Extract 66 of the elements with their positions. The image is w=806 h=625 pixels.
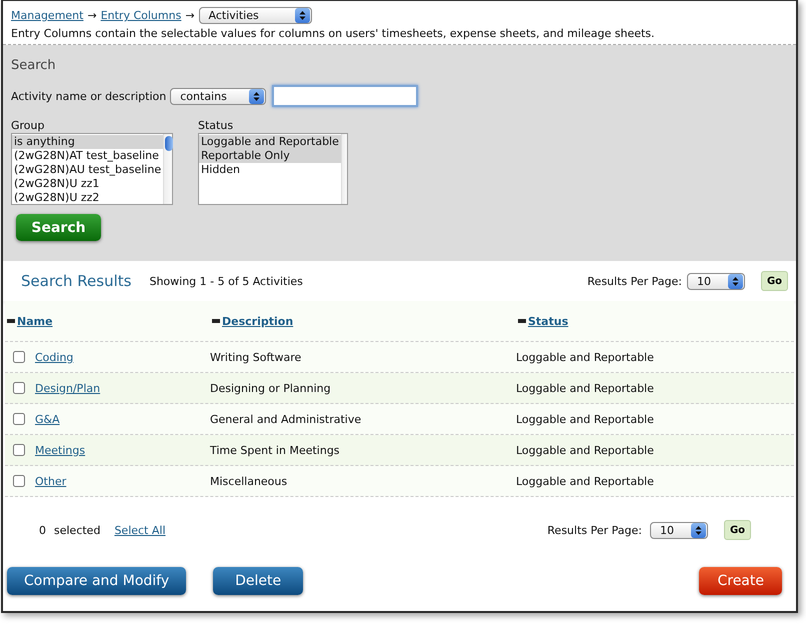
row-checkbox[interactable] bbox=[13, 413, 25, 425]
scrollbar[interactable] bbox=[163, 134, 172, 204]
breadcrumb-separator: → bbox=[87, 9, 97, 22]
row-checkbox[interactable] bbox=[13, 475, 25, 487]
table-cell: Designing or Planning bbox=[210, 382, 331, 394]
action-button[interactable]: Create bbox=[699, 567, 782, 595]
column-header[interactable]: Status bbox=[528, 314, 568, 328]
spinner-icon bbox=[728, 274, 743, 288]
list-option[interactable]: is anything bbox=[12, 135, 164, 149]
selected-count: 0 bbox=[39, 524, 46, 536]
breadcrumb-link[interactable]: Management bbox=[11, 9, 84, 22]
search-button[interactable]: Search bbox=[16, 214, 101, 241]
action-button[interactable]: Delete bbox=[213, 567, 304, 595]
row-checkbox[interactable] bbox=[13, 444, 25, 456]
per-page-select[interactable]: 10 bbox=[650, 522, 708, 538]
list-option[interactable]: Reportable Only bbox=[199, 149, 341, 163]
list-label: Group bbox=[11, 119, 46, 132]
table-cell: Time Spent in Meetings bbox=[210, 444, 340, 456]
activity-link[interactable]: Design/Plan bbox=[35, 382, 100, 394]
spinner-icon bbox=[249, 88, 264, 104]
go-button[interactable]: Go bbox=[724, 520, 751, 540]
list-option[interactable]: (2wG28N)U zz2 bbox=[12, 191, 164, 205]
go-button[interactable]: Go bbox=[761, 271, 788, 291]
table-cell: Loggable and Reportable bbox=[516, 412, 654, 426]
list-box[interactable]: Loggable and Reportable Reportable Only Hidden bbox=[198, 133, 348, 205]
page-description: Entry Columns contain the selectable values for columns on users' timesheets, expense sheets, and mileage sheets. bbox=[11, 27, 656, 40]
table-cell: Writing Software bbox=[210, 350, 302, 364]
list-option[interactable]: Hidden bbox=[199, 163, 341, 177]
scrollbar[interactable] bbox=[340, 134, 347, 204]
table-cell: Loggable and Reportable bbox=[516, 350, 654, 364]
activity-link[interactable]: Other bbox=[35, 474, 66, 488]
search-heading: Search bbox=[11, 58, 57, 73]
results-summary: Showing 1 - 5 of 5 Activities bbox=[149, 274, 303, 288]
column-header[interactable]: Description bbox=[222, 314, 294, 328]
list-option[interactable]: (2wG28N)AU test_baseline bbox=[12, 163, 164, 177]
table-cell: Loggable and Reportable bbox=[516, 382, 654, 394]
field-label: Activity name or description bbox=[11, 90, 166, 102]
breadcrumb-separator: → bbox=[185, 9, 195, 22]
table-cell: Miscellaneous bbox=[210, 474, 288, 488]
spinner-icon bbox=[294, 8, 310, 23]
list-box[interactable]: is anything (2wG28N)AT test_baseline (2wG28N)AU test_baseline (2wG28N)U zz1 (2wG28N)U zz2 bbox=[11, 133, 173, 205]
operator-select[interactable]: contains bbox=[170, 88, 266, 104]
breadcrumb-link[interactable]: Entry Columns bbox=[100, 9, 182, 22]
table-cell: General and Administrative bbox=[210, 412, 362, 426]
column-header[interactable]: Name bbox=[17, 314, 53, 328]
per-page-label: Results Per Page: bbox=[587, 274, 682, 288]
selected-label: selected bbox=[54, 524, 100, 536]
select-all-link[interactable]: Select All bbox=[114, 524, 166, 536]
action-button[interactable]: Compare and Modify bbox=[7, 567, 186, 595]
list-option[interactable]: (2wG28N)U zz1 bbox=[12, 177, 164, 191]
table-cell: Loggable and Reportable bbox=[516, 444, 654, 456]
search-field[interactable] bbox=[272, 85, 418, 107]
list-option[interactable]: Loggable and Reportable bbox=[199, 135, 341, 149]
activity-link[interactable]: G&A bbox=[35, 412, 60, 426]
activity-link[interactable]: Coding bbox=[35, 350, 74, 364]
list-label: Status bbox=[198, 119, 234, 132]
entry-type-select[interactable]: Activities bbox=[198, 7, 312, 24]
spinner-icon bbox=[691, 522, 706, 538]
list-option[interactable]: (2wG28N)AT test_baseline bbox=[12, 149, 164, 163]
table-cell: Loggable and Reportable bbox=[516, 474, 654, 488]
row-checkbox[interactable] bbox=[13, 382, 25, 394]
row-checkbox[interactable] bbox=[13, 351, 25, 363]
activity-link[interactable]: Meetings bbox=[35, 444, 86, 456]
per-page-select[interactable]: 10 bbox=[687, 272, 745, 290]
per-page-label: Results Per Page: bbox=[547, 524, 642, 536]
results-heading: Search Results bbox=[21, 272, 132, 290]
